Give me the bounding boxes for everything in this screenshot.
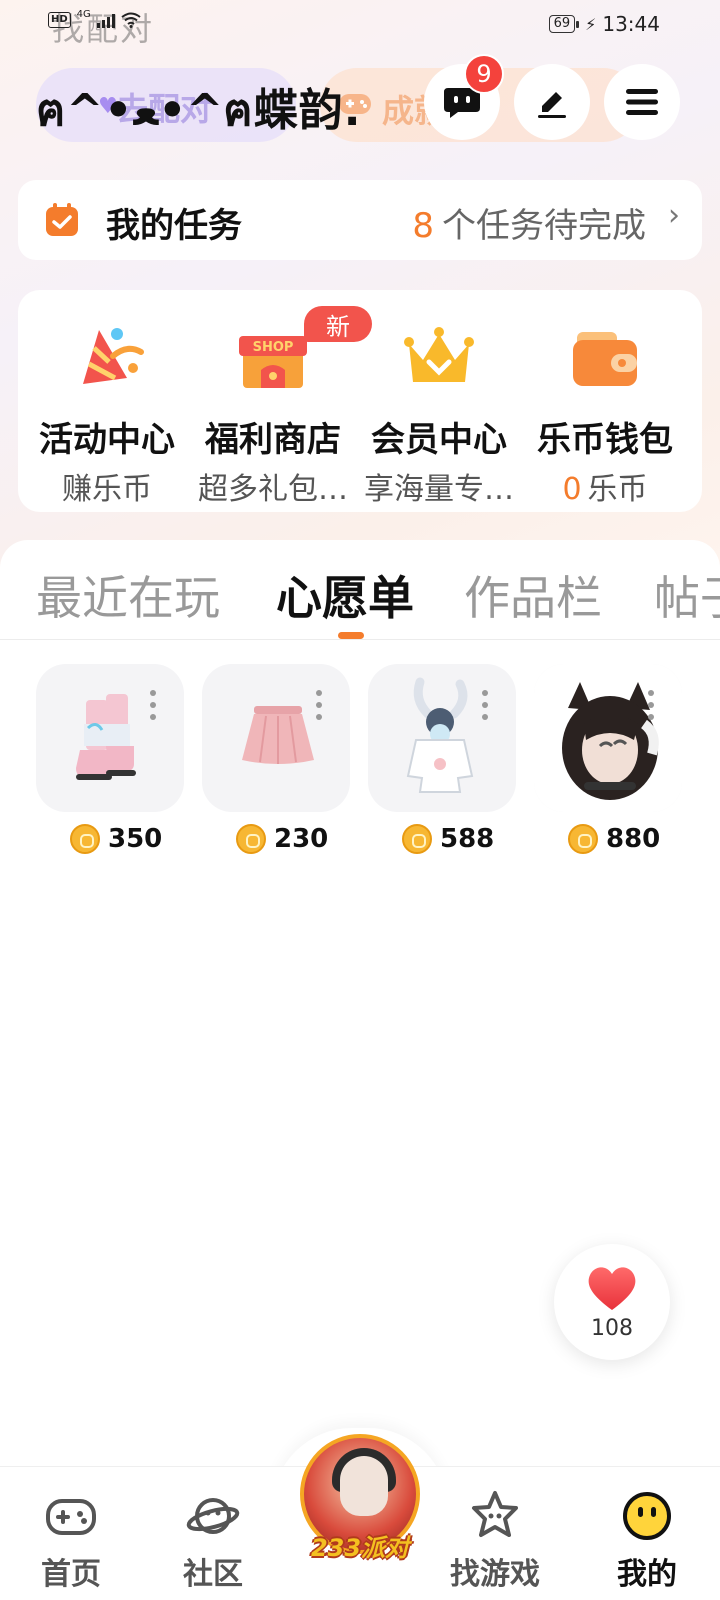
avatar-face (340, 1456, 388, 1516)
coin-balance: 0 (562, 472, 582, 507)
coin-icon (236, 824, 266, 854)
tasks-suffix: 个任务待完成 (442, 206, 646, 246)
nav-label: 社区 (183, 1557, 243, 1592)
menu-button[interactable] (604, 64, 680, 140)
tab-indicator (338, 632, 364, 639)
wifi-icon (121, 12, 141, 28)
entry-sub: 超多礼包… (198, 472, 348, 507)
more-options-icon[interactable] (648, 690, 656, 720)
nav-party-label: 233派对 (310, 1534, 410, 1562)
wishlist-item[interactable]: 230 (202, 664, 350, 864)
entry-sub: 享海量专… (364, 472, 514, 507)
more-options-icon[interactable] (316, 690, 324, 720)
message-count-badge: 9 (464, 54, 504, 94)
price-value: 880 (606, 824, 661, 854)
username: ฅ^•ﻌ•^ฅ蝶韵. (36, 85, 362, 136)
item-price: 880 (568, 824, 660, 854)
entry-activity-center[interactable]: 活动中心 赚乐币 (24, 312, 190, 507)
item-price: 350 (70, 824, 162, 854)
tab-posts[interactable]: 帖子 (654, 562, 720, 628)
nav-label: 找游戏 (450, 1557, 540, 1592)
entry-label: 会员中心 (371, 420, 507, 460)
boots-image (76, 694, 136, 780)
network-type: 4G (76, 8, 91, 20)
coin-icon (70, 824, 100, 854)
profile-header: ♥ 去配对 成就作 › ฅ^•ﻌ•^ฅ蝶韵. 9 (0, 54, 720, 150)
tab-recently-played[interactable]: 最近在玩 (36, 562, 220, 628)
like-button[interactable]: 108 (554, 1244, 670, 1360)
hd-badge: HD (48, 12, 71, 28)
status-bar: 找配对 HD 4G 69 ⚡ 13:44 (0, 0, 720, 52)
tasks-pending: 8 个任务待完成 (412, 198, 646, 247)
chevron-right-icon: › (668, 198, 680, 233)
like-count: 108 (591, 1316, 633, 1341)
bunny-hoodie-image (406, 677, 474, 793)
item-thumbnail (36, 664, 184, 812)
nav-community[interactable]: 社区 (158, 1489, 268, 1593)
wishlist-item[interactable]: 350 (36, 664, 184, 864)
wallet-icon (573, 332, 637, 386)
price-value: 350 (108, 824, 163, 854)
entry-coin-wallet[interactable]: 乐币钱包 0 乐币 (522, 312, 688, 507)
more-options-icon[interactable] (482, 690, 490, 720)
charging-icon: ⚡ (585, 14, 597, 34)
coin-icon (402, 824, 432, 854)
more-options-icon[interactable] (150, 690, 158, 720)
nav-label: 我的 (617, 1557, 677, 1592)
nav-label: 首页 (41, 1557, 101, 1592)
status-right: 69 ⚡ 13:44 (548, 12, 660, 36)
heart-icon (588, 1267, 636, 1310)
item-price: 588 (402, 824, 494, 854)
profile-tabs: 最近在玩 心愿单 作品栏 帖子 (0, 540, 720, 640)
status-left: HD 4G (48, 8, 141, 28)
star-face-icon (472, 1491, 518, 1537)
price-value: 588 (440, 824, 495, 854)
my-tasks-card[interactable]: 我的任务 8 个任务待完成 › (18, 180, 702, 260)
price-value: 230 (274, 824, 329, 854)
gamepad-icon (46, 1499, 96, 1535)
planet-icon (186, 1498, 240, 1534)
nav-find-games[interactable]: 找游戏 (440, 1489, 550, 1593)
wishlist-item[interactable]: 880 (534, 664, 682, 864)
entry-label: 乐币钱包 (537, 420, 673, 460)
cat-ear-girl-image (534, 664, 682, 812)
entry-label: 福利商店 (205, 420, 341, 460)
wishlist-item[interactable]: 588 (368, 664, 516, 864)
shop-icon: SHOP (239, 336, 307, 388)
battery-icon: 69 (548, 15, 579, 33)
crown-icon (404, 327, 474, 382)
pencil-icon (538, 92, 566, 118)
svg-text:SHOP: SHOP (253, 340, 294, 355)
calendar-check-icon (46, 203, 78, 236)
nav-home[interactable]: 首页 (16, 1489, 126, 1593)
party-hat-icon (83, 328, 144, 384)
feature-entries: 活动中心 赚乐币 SHOP 福利商店 超多礼包… 新 会员中心 享海量专… 乐币… (18, 290, 702, 512)
entry-sub: 0 乐币 (522, 464, 688, 508)
entry-label: 活动中心 (39, 420, 175, 460)
item-price: 230 (236, 824, 328, 854)
smiley-icon (623, 1492, 671, 1540)
tasks-count: 8 (412, 206, 434, 246)
tab-works[interactable]: 作品栏 (464, 562, 602, 628)
skirt-image (242, 706, 314, 764)
item-thumbnail (202, 664, 350, 812)
coin-icon (568, 824, 598, 854)
nav-me[interactable]: 我的 (592, 1489, 702, 1593)
entry-sub: 赚乐币 (62, 472, 152, 507)
coin-unit: 乐币 (587, 472, 648, 507)
item-thumbnail (368, 664, 516, 812)
item-thumbnail (534, 664, 682, 812)
entry-vip-center[interactable]: 会员中心 享海量专… (356, 312, 522, 507)
clock: 13:44 (602, 12, 660, 36)
edit-button[interactable] (514, 64, 590, 140)
tasks-title: 我的任务 (106, 206, 242, 246)
hamburger-icon (626, 89, 658, 115)
signal-icon (96, 12, 115, 28)
tab-wishlist[interactable]: 心愿单 (276, 562, 414, 628)
